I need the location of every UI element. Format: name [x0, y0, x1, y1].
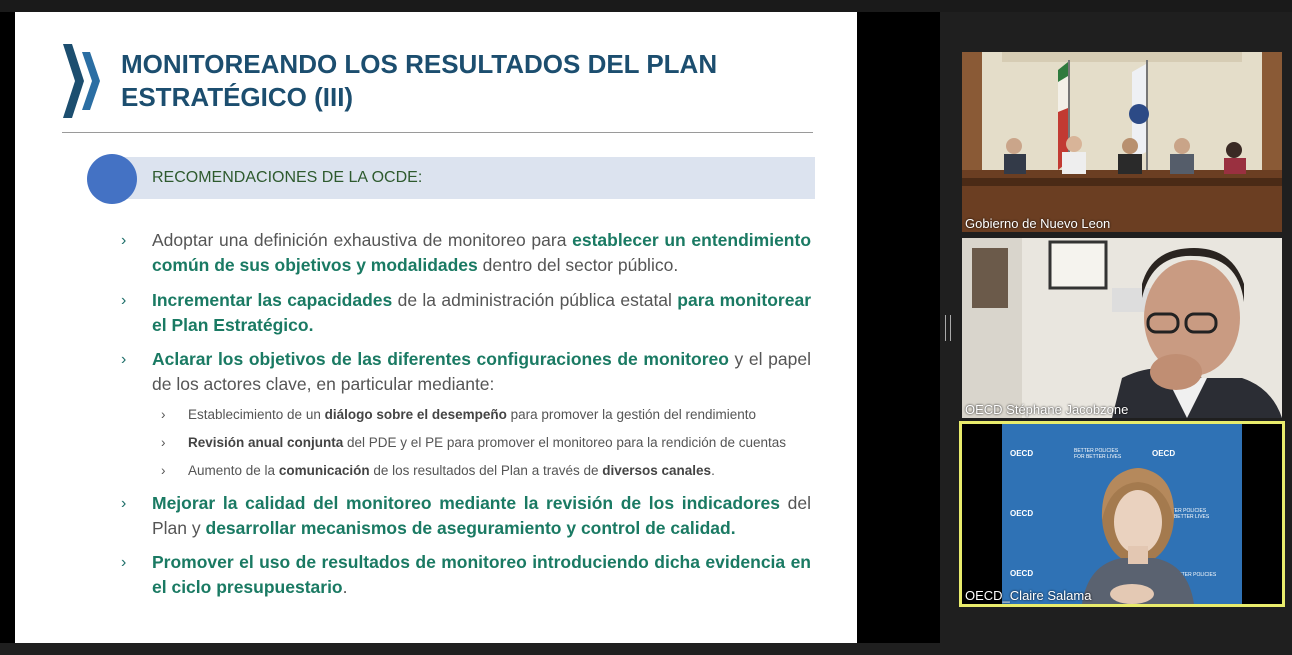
recommendation-item: › Incrementar las capacidades de la admi…	[121, 290, 811, 335]
sub-bullet-chevron-icon: ›	[161, 463, 166, 478]
recommendation-item: › Promover el uso de resultados de monit…	[121, 552, 811, 597]
participant-name: OECD Stéphane Jacobzone	[965, 402, 1129, 417]
participant-video	[962, 238, 1282, 418]
participant-name: OECD_Claire Salama	[965, 588, 1092, 603]
panel-resize-handle[interactable]	[945, 315, 951, 341]
recommendation-item: › Aclarar los objetivos de las diferente…	[121, 349, 811, 394]
backdrop-tagline-2: FOR BETTER LIVES	[1074, 454, 1122, 460]
backdrop-brand-text: OECD	[1152, 449, 1175, 458]
participant-video: OECD BETTER POLICIES FOR BETTER LIVES OE…	[962, 424, 1282, 604]
sub-item: › Aumento de la comunicación de los resu…	[161, 463, 715, 478]
presentation-slide: MONITOREANDO LOS RESULTADOS DEL PLAN EST…	[15, 12, 857, 643]
sub-bullet-chevron-icon: ›	[161, 407, 166, 422]
recommendation-item: › Adoptar una definición exhaustiva de m…	[121, 230, 812, 275]
recommendations-circle	[87, 154, 137, 204]
bullet-chevron-icon: ›	[121, 351, 127, 368]
participant-name: Gobierno de Nuevo Leon	[965, 216, 1111, 231]
video-tile-claire-active-speaker[interactable]: OECD BETTER POLICIES FOR BETTER LIVES OE…	[959, 421, 1285, 607]
bullet-chevron-icon: ›	[121, 495, 127, 512]
conference-room-video	[962, 52, 1282, 232]
sub-item: › Revisión anual conjunta del PDE y el P…	[161, 435, 787, 450]
backdrop-brand-text: OECD	[1010, 449, 1033, 458]
recommendations-header: RECOMENDACIONES DE LA OCDE:	[152, 169, 423, 186]
slide-title: MONITOREANDO LOS RESULTADOS DEL PLAN EST…	[121, 48, 761, 114]
bullet-chevron-icon: ›	[121, 292, 127, 309]
video-tile-stephane[interactable]: OECD Stéphane Jacobzone	[962, 238, 1282, 418]
video-tile-gobierno[interactable]: Gobierno de Nuevo Leon	[962, 52, 1282, 232]
top-bar	[0, 0, 1292, 12]
slide-title-line-2: ESTRATÉGICO (III)	[121, 82, 354, 112]
sub-item: › Establecimiento de un diálogo sobre el…	[161, 407, 757, 422]
title-divider	[62, 132, 813, 133]
bullet-chevron-icon: ›	[121, 554, 127, 571]
oecd-logo-icon	[63, 44, 100, 118]
recommendation-item: › Mejorar la calidad del monitoreo media…	[121, 493, 811, 538]
slide-title-line-1: MONITOREANDO LOS RESULTADOS DEL PLAN	[121, 49, 718, 79]
backdrop-brand-text: OECD	[1010, 509, 1033, 518]
bullet-chevron-icon: ›	[121, 232, 127, 249]
backdrop-brand-text: OECD	[1010, 569, 1033, 578]
sub-bullet-chevron-icon: ›	[161, 435, 166, 450]
